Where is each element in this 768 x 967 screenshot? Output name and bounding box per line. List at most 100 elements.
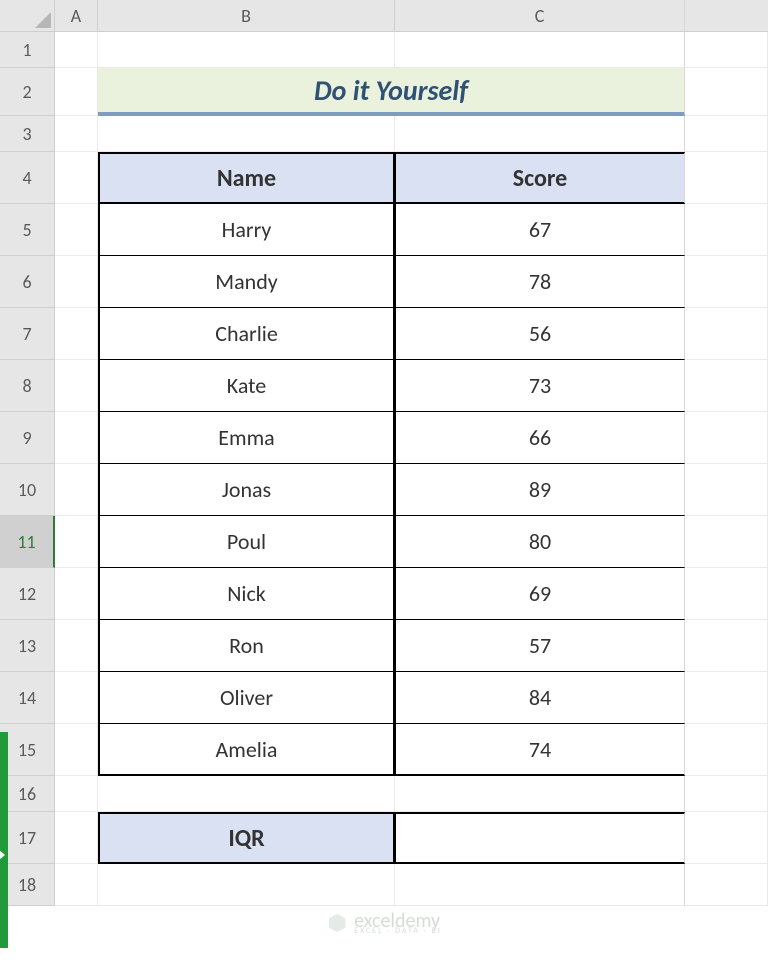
cell-name-10[interactable]: Amelia xyxy=(98,724,395,776)
col-header-B[interactable]: B xyxy=(98,0,395,32)
cell-A16[interactable] xyxy=(55,776,98,812)
cell-A7[interactable] xyxy=(55,308,98,360)
row-header-10[interactable]: 10 xyxy=(0,464,55,516)
row-header-15[interactable]: 15 xyxy=(0,724,55,776)
col-header-A[interactable]: A xyxy=(55,0,98,32)
cell-name-7[interactable]: Nick xyxy=(98,568,395,620)
watermark-brand: exceldemy xyxy=(354,911,442,931)
cell-D12[interactable] xyxy=(685,568,768,620)
cell-D4[interactable] xyxy=(685,152,768,204)
cell-A4[interactable] xyxy=(55,152,98,204)
cell-score-9[interactable]: 84 xyxy=(395,672,685,724)
row-header-12[interactable]: 12 xyxy=(0,568,55,620)
cell-score-10[interactable]: 74 xyxy=(395,724,685,776)
cell-name-0[interactable]: Harry xyxy=(98,204,395,256)
watermark-tag: EXCEL · DATA · BI xyxy=(354,927,442,935)
cell-A6[interactable] xyxy=(55,256,98,308)
cell-A5[interactable] xyxy=(55,204,98,256)
cell-B18[interactable] xyxy=(98,864,395,906)
watermark: exceldemy EXCEL · DATA · BI xyxy=(326,911,442,935)
cell-name-2[interactable]: Charlie xyxy=(98,308,395,360)
cell-name-6[interactable]: Poul xyxy=(98,516,395,568)
cell-C3[interactable] xyxy=(395,116,685,152)
cell-C18[interactable] xyxy=(395,864,685,906)
cell-score-5[interactable]: 89 xyxy=(395,464,685,516)
cell-B16[interactable] xyxy=(98,776,395,812)
row-header-5[interactable]: 5 xyxy=(0,204,55,256)
col-header-blank[interactable] xyxy=(685,0,768,32)
row-header-16[interactable]: 16 xyxy=(0,776,55,812)
cell-A10[interactable] xyxy=(55,464,98,516)
cell-D11[interactable] xyxy=(685,516,768,568)
row-header-17[interactable]: 17 xyxy=(0,812,55,864)
cell-score-3[interactable]: 73 xyxy=(395,360,685,412)
cell-A1[interactable] xyxy=(55,32,98,68)
cell-C16[interactable] xyxy=(395,776,685,812)
row-header-7[interactable]: 7 xyxy=(0,308,55,360)
cell-B3[interactable] xyxy=(98,116,395,152)
cell-A9[interactable] xyxy=(55,412,98,464)
cell-D14[interactable] xyxy=(685,672,768,724)
iqr-label-cell[interactable]: IQR xyxy=(98,812,395,864)
cell-score-7[interactable]: 69 xyxy=(395,568,685,620)
row-header-9[interactable]: 9 xyxy=(0,412,55,464)
cell-name-4[interactable]: Emma xyxy=(98,412,395,464)
cell-A15[interactable] xyxy=(55,724,98,776)
cell-D18[interactable] xyxy=(685,864,768,906)
row-header-18[interactable]: 18 xyxy=(0,864,55,906)
cell-score-6[interactable]: 80 xyxy=(395,516,685,568)
cell-name-3[interactable]: Kate xyxy=(98,360,395,412)
cell-D16[interactable] xyxy=(685,776,768,812)
cell-score-8[interactable]: 57 xyxy=(395,620,685,672)
cell-D6[interactable] xyxy=(685,256,768,308)
watermark-cube-icon xyxy=(326,912,348,934)
cell-A13[interactable] xyxy=(55,620,98,672)
cell-name-1[interactable]: Mandy xyxy=(98,256,395,308)
table-header-score[interactable]: Score xyxy=(395,152,685,204)
cell-D17[interactable] xyxy=(685,812,768,864)
cell-D8[interactable] xyxy=(685,360,768,412)
cell-B1[interactable] xyxy=(98,32,395,68)
cell-D15[interactable] xyxy=(685,724,768,776)
cell-name-9[interactable]: Oliver xyxy=(98,672,395,724)
cell-A2[interactable] xyxy=(55,68,98,116)
cell-A3[interactable] xyxy=(55,116,98,152)
cell-name-8[interactable]: Ron xyxy=(98,620,395,672)
cell-A17[interactable] xyxy=(55,812,98,864)
cell-A8[interactable] xyxy=(55,360,98,412)
col-header-C[interactable]: C xyxy=(395,0,685,32)
cell-A11[interactable] xyxy=(55,516,98,568)
cell-score-1[interactable]: 78 xyxy=(395,256,685,308)
row-header-3[interactable]: 3 xyxy=(0,116,55,152)
cell-D9[interactable] xyxy=(685,412,768,464)
cell-score-2[interactable]: 56 xyxy=(395,308,685,360)
row-header-2[interactable]: 2 xyxy=(0,68,55,116)
cell-D3[interactable] xyxy=(685,116,768,152)
row-header-13[interactable]: 13 xyxy=(0,620,55,672)
cell-score-4[interactable]: 66 xyxy=(395,412,685,464)
select-all-corner[interactable] xyxy=(0,0,55,32)
title-cell[interactable]: Do it Yourself xyxy=(98,68,685,116)
cell-D2[interactable] xyxy=(685,68,768,116)
cell-C1[interactable] xyxy=(395,32,685,68)
cell-D7[interactable] xyxy=(685,308,768,360)
cell-D13[interactable] xyxy=(685,620,768,672)
row-header-8[interactable]: 8 xyxy=(0,360,55,412)
row-header-4[interactable]: 4 xyxy=(0,152,55,204)
iqr-value-cell[interactable] xyxy=(395,812,685,864)
cell-A12[interactable] xyxy=(55,568,98,620)
row-header-11[interactable]: 11 xyxy=(0,516,55,568)
cell-D5[interactable] xyxy=(685,204,768,256)
row-header-6[interactable]: 6 xyxy=(0,256,55,308)
cell-A18[interactable] xyxy=(55,864,98,906)
cell-A14[interactable] xyxy=(55,672,98,724)
cell-name-5[interactable]: Jonas xyxy=(98,464,395,516)
cell-D10[interactable] xyxy=(685,464,768,516)
row-header-14[interactable]: 14 xyxy=(0,672,55,724)
row-header-1[interactable]: 1 xyxy=(0,32,55,68)
collapse-group-strip[interactable] xyxy=(0,732,8,948)
cell-score-0[interactable]: 67 xyxy=(395,204,685,256)
table-header-name[interactable]: Name xyxy=(98,152,395,204)
cell-D1[interactable] xyxy=(685,32,768,68)
spreadsheet-grid[interactable]: A B C 1 2 Do it Yourself 3 4 Name Score … xyxy=(0,0,768,906)
